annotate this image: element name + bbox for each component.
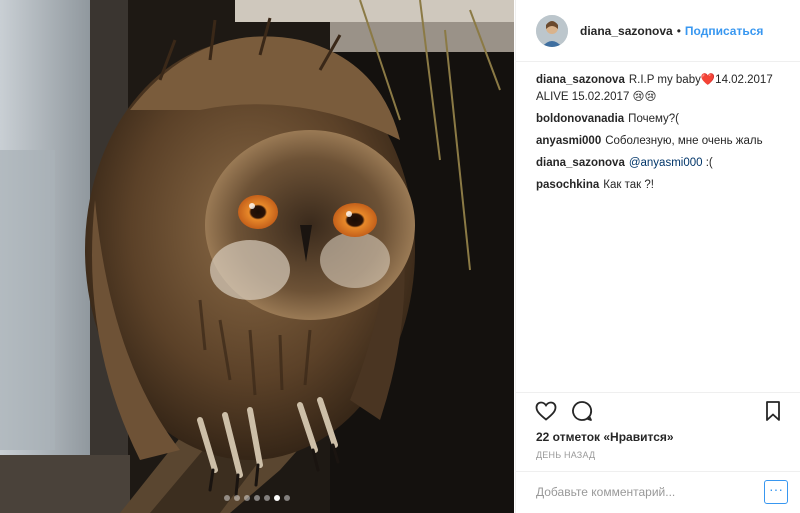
carousel-dot	[224, 495, 230, 501]
save-button[interactable]	[761, 399, 785, 423]
carousel-dot	[244, 495, 250, 501]
post-photo[interactable]	[0, 0, 514, 513]
post-side-panel: diana_sazonova • Подписаться diana_sazon…	[515, 0, 800, 513]
comment-text: Как так ?!	[603, 179, 654, 191]
action-bar	[516, 392, 800, 428]
owl-photo-image	[0, 0, 514, 513]
comments-list: diana_sazonova R.I.P my baby❤️14.02.2017 …	[516, 62, 800, 194]
comment-text: Почему?(	[628, 113, 679, 125]
add-comment-input[interactable]	[536, 482, 756, 502]
comment-item: diana_sazonova @anyasmi000 :(	[536, 155, 780, 172]
comment-item: boldonovanadia Почему?(	[536, 111, 780, 128]
separator-dot: •	[676, 23, 681, 38]
caption: diana_sazonova R.I.P my baby❤️14.02.2017 …	[536, 72, 780, 106]
carousel-dot	[284, 495, 290, 501]
comment-text: :(	[702, 157, 713, 169]
speech-bubble-icon	[572, 401, 593, 421]
likes-count[interactable]: 22 отметок «Нравится»	[536, 430, 674, 444]
carousel-dot	[254, 495, 260, 501]
comment-author[interactable]: pasochkina	[536, 179, 599, 191]
caption-author[interactable]: diana_sazonova	[536, 74, 625, 86]
user-avatar-image	[536, 14, 568, 47]
carousel-dot	[274, 495, 280, 501]
bookmark-icon	[766, 401, 780, 421]
heart-icon	[535, 401, 557, 421]
comment-item: anyasmi000 Соболезную, мне очень жаль	[536, 133, 780, 150]
follow-button[interactable]: Подписаться	[685, 24, 763, 38]
comment-author[interactable]: diana_sazonova	[536, 157, 625, 169]
post-timestamp: ДЕНЬ НАЗАД	[536, 450, 596, 460]
comment-button[interactable]	[570, 399, 594, 423]
more-options-button[interactable]: ···	[764, 480, 788, 504]
comment-author[interactable]: anyasmi000	[536, 135, 601, 147]
add-comment-section: ···	[516, 471, 800, 513]
avatar[interactable]	[536, 14, 568, 47]
like-button[interactable]	[534, 399, 558, 423]
carousel-indicator	[0, 495, 514, 501]
post-header: diana_sazonova • Подписаться	[516, 0, 800, 62]
comment-mention[interactable]: @anyasmi000	[629, 157, 703, 169]
post-username[interactable]: diana_sazonova	[580, 24, 673, 38]
comment-text: Соболезную, мне очень жаль	[605, 135, 763, 147]
carousel-dot	[234, 495, 240, 501]
carousel-dot	[264, 495, 270, 501]
comment-author[interactable]: boldonovanadia	[536, 113, 624, 125]
comment-item: pasochkina Как так ?!	[536, 177, 780, 194]
